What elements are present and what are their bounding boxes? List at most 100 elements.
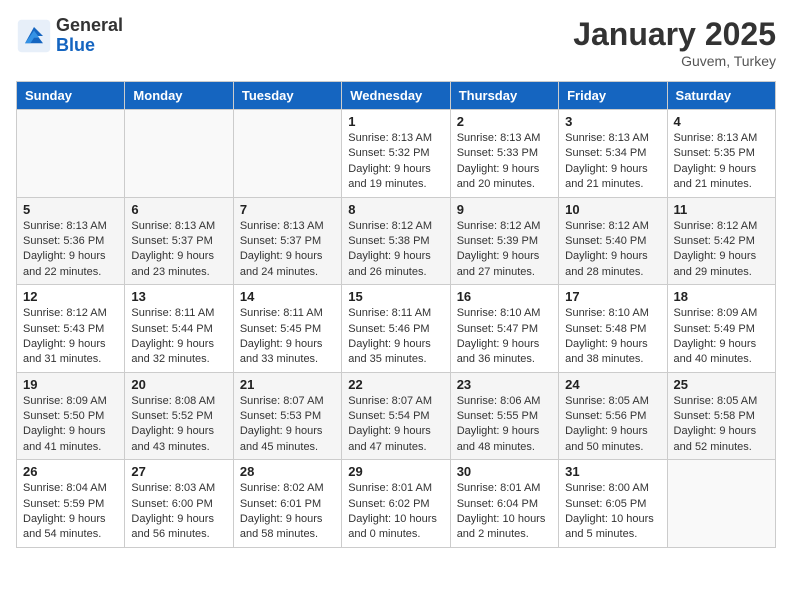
day-info: Sunrise: 8:07 AM Sunset: 5:53 PM Dayligh… bbox=[240, 394, 335, 456]
day-info: Sunrise: 8:06 AM Sunset: 5:55 PM Dayligh… bbox=[457, 394, 552, 456]
day-number: 18 bbox=[674, 289, 769, 304]
day-number: 22 bbox=[348, 377, 443, 392]
logo-icon bbox=[16, 18, 52, 54]
weekday-header-friday: Friday bbox=[559, 82, 667, 110]
day-info: Sunrise: 8:13 AM Sunset: 5:37 PM Dayligh… bbox=[240, 219, 335, 281]
week-row-2: 5 Sunrise: 8:13 AM Sunset: 5:36 PM Daylig… bbox=[17, 197, 776, 285]
day-cell: 13 Sunrise: 8:11 AM Sunset: 5:44 PM Dayli… bbox=[125, 285, 233, 373]
day-cell: 20Sunrise: 8:08 AM Sunset: 5:52 PM Dayli… bbox=[125, 372, 233, 460]
day-number: 24 bbox=[565, 377, 660, 392]
day-info: Sunrise: 8:12 AM Sunset: 5:39 PM Dayligh… bbox=[457, 219, 552, 281]
day-info: Sunrise: 8:13 AM Sunset: 5:34 PM Dayligh… bbox=[565, 131, 660, 193]
day-number: 25 bbox=[674, 377, 769, 392]
day-cell: 27Sunrise: 8:03 AM Sunset: 6:00 PM Dayli… bbox=[125, 460, 233, 548]
day-info: Sunrise: 8:11 AM Sunset: 5:45 PM Dayligh… bbox=[240, 306, 335, 368]
day-cell: 6Sunrise: 8:13 AM Sunset: 5:37 PM Daylig… bbox=[125, 197, 233, 285]
day-cell: 1Sunrise: 8:13 AM Sunset: 5:32 PM Daylig… bbox=[342, 110, 450, 198]
day-number: 2 bbox=[457, 114, 552, 129]
weekday-header-row: SundayMondayTuesdayWednesdayThursdayFrid… bbox=[17, 82, 776, 110]
day-number: 4 bbox=[674, 114, 769, 129]
day-cell bbox=[17, 110, 125, 198]
day-cell: 5 Sunrise: 8:13 AM Sunset: 5:36 PM Daylig… bbox=[17, 197, 125, 285]
week-row-4: 19 Sunrise: 8:09 AM Sunset: 5:50 PM Dayli… bbox=[17, 372, 776, 460]
day-info: Sunrise: 8:11 AM Sunset: 5:44 PM Dayligh… bbox=[131, 306, 226, 368]
weekday-header-tuesday: Tuesday bbox=[233, 82, 341, 110]
day-info: Sunrise: 8:09 AM Sunset: 5:50 PM Dayligh… bbox=[23, 394, 118, 456]
calendar-table: SundayMondayTuesdayWednesdayThursdayFrid… bbox=[16, 81, 776, 548]
day-info: Sunrise: 8:09 AM Sunset: 5:49 PM Dayligh… bbox=[674, 306, 769, 368]
day-cell bbox=[667, 460, 775, 548]
day-number: 14 bbox=[240, 289, 335, 304]
page-header: General Blue January 2025 Guvem, Turkey bbox=[16, 16, 776, 69]
day-info: Sunrise: 8:13 AM Sunset: 5:32 PM Dayligh… bbox=[348, 131, 443, 193]
day-number: 21 bbox=[240, 377, 335, 392]
day-cell: 2 Sunrise: 8:13 AM Sunset: 5:33 PM Daylig… bbox=[450, 110, 558, 198]
day-cell: 25 Sunrise: 8:05 AM Sunset: 5:58 PM Dayli… bbox=[667, 372, 775, 460]
month-title: January 2025 bbox=[573, 16, 776, 53]
day-cell: 4 Sunrise: 8:13 AM Sunset: 5:35 PM Daylig… bbox=[667, 110, 775, 198]
day-cell: 3 Sunrise: 8:13 AM Sunset: 5:34 PM Daylig… bbox=[559, 110, 667, 198]
day-info: Sunrise: 8:12 AM Sunset: 5:38 PM Dayligh… bbox=[348, 219, 443, 281]
day-info: Sunrise: 8:13 AM Sunset: 5:33 PM Dayligh… bbox=[457, 131, 552, 193]
week-row-3: 12Sunrise: 8:12 AM Sunset: 5:43 PM Dayli… bbox=[17, 285, 776, 373]
weekday-header-sunday: Sunday bbox=[17, 82, 125, 110]
day-info: Sunrise: 8:11 AM Sunset: 5:46 PM Dayligh… bbox=[348, 306, 443, 368]
day-cell: 26Sunrise: 8:04 AM Sunset: 5:59 PM Dayli… bbox=[17, 460, 125, 548]
day-info: Sunrise: 8:00 AM Sunset: 6:05 PM Dayligh… bbox=[565, 481, 660, 543]
logo-general: General bbox=[56, 15, 123, 35]
day-cell: 21 Sunrise: 8:07 AM Sunset: 5:53 PM Dayli… bbox=[233, 372, 341, 460]
day-number: 31 bbox=[565, 464, 660, 479]
day-cell: 15 Sunrise: 8:11 AM Sunset: 5:46 PM Dayli… bbox=[342, 285, 450, 373]
logo: General Blue bbox=[16, 16, 123, 56]
day-cell bbox=[125, 110, 233, 198]
day-number: 15 bbox=[348, 289, 443, 304]
logo-blue: Blue bbox=[56, 35, 95, 55]
day-number: 8 bbox=[348, 202, 443, 217]
day-info: Sunrise: 8:02 AM Sunset: 6:01 PM Dayligh… bbox=[240, 481, 335, 543]
day-info: Sunrise: 8:05 AM Sunset: 5:58 PM Dayligh… bbox=[674, 394, 769, 456]
day-cell: 30Sunrise: 8:01 AM Sunset: 6:04 PM Dayli… bbox=[450, 460, 558, 548]
day-info: Sunrise: 8:10 AM Sunset: 5:47 PM Dayligh… bbox=[457, 306, 552, 368]
day-number: 5 bbox=[23, 202, 118, 217]
day-number: 29 bbox=[348, 464, 443, 479]
day-info: Sunrise: 8:12 AM Sunset: 5:42 PM Dayligh… bbox=[674, 219, 769, 281]
day-number: 7 bbox=[240, 202, 335, 217]
day-number: 28 bbox=[240, 464, 335, 479]
day-cell: 17Sunrise: 8:10 AM Sunset: 5:48 PM Dayli… bbox=[559, 285, 667, 373]
day-cell: 12Sunrise: 8:12 AM Sunset: 5:43 PM Dayli… bbox=[17, 285, 125, 373]
day-number: 11 bbox=[674, 202, 769, 217]
day-cell: 11 Sunrise: 8:12 AM Sunset: 5:42 PM Dayli… bbox=[667, 197, 775, 285]
day-info: Sunrise: 8:04 AM Sunset: 5:59 PM Dayligh… bbox=[23, 481, 118, 543]
day-cell: 7 Sunrise: 8:13 AM Sunset: 5:37 PM Daylig… bbox=[233, 197, 341, 285]
weekday-header-thursday: Thursday bbox=[450, 82, 558, 110]
day-info: Sunrise: 8:10 AM Sunset: 5:48 PM Dayligh… bbox=[565, 306, 660, 368]
day-cell: 9Sunrise: 8:12 AM Sunset: 5:39 PM Daylig… bbox=[450, 197, 558, 285]
day-info: Sunrise: 8:13 AM Sunset: 5:36 PM Dayligh… bbox=[23, 219, 118, 281]
day-number: 10 bbox=[565, 202, 660, 217]
day-number: 3 bbox=[565, 114, 660, 129]
day-info: Sunrise: 8:01 AM Sunset: 6:04 PM Dayligh… bbox=[457, 481, 552, 543]
day-cell: 14 Sunrise: 8:11 AM Sunset: 5:45 PM Dayli… bbox=[233, 285, 341, 373]
day-number: 12 bbox=[23, 289, 118, 304]
weekday-header-wednesday: Wednesday bbox=[342, 82, 450, 110]
day-number: 13 bbox=[131, 289, 226, 304]
day-info: Sunrise: 8:13 AM Sunset: 5:35 PM Dayligh… bbox=[674, 131, 769, 193]
title-block: January 2025 Guvem, Turkey bbox=[573, 16, 776, 69]
day-info: Sunrise: 8:07 AM Sunset: 5:54 PM Dayligh… bbox=[348, 394, 443, 456]
weekday-header-saturday: Saturday bbox=[667, 82, 775, 110]
day-info: Sunrise: 8:13 AM Sunset: 5:37 PM Dayligh… bbox=[131, 219, 226, 281]
day-cell: 16 Sunrise: 8:10 AM Sunset: 5:47 PM Dayli… bbox=[450, 285, 558, 373]
day-number: 19 bbox=[23, 377, 118, 392]
day-cell: 28 Sunrise: 8:02 AM Sunset: 6:01 PM Dayli… bbox=[233, 460, 341, 548]
day-cell: 18 Sunrise: 8:09 AM Sunset: 5:49 PM Dayli… bbox=[667, 285, 775, 373]
day-info: Sunrise: 8:01 AM Sunset: 6:02 PM Dayligh… bbox=[348, 481, 443, 543]
day-number: 16 bbox=[457, 289, 552, 304]
day-cell: 24 Sunrise: 8:05 AM Sunset: 5:56 PM Dayli… bbox=[559, 372, 667, 460]
week-row-1: 1Sunrise: 8:13 AM Sunset: 5:32 PM Daylig… bbox=[17, 110, 776, 198]
day-cell: 10Sunrise: 8:12 AM Sunset: 5:40 PM Dayli… bbox=[559, 197, 667, 285]
day-cell: 23Sunrise: 8:06 AM Sunset: 5:55 PM Dayli… bbox=[450, 372, 558, 460]
day-cell bbox=[233, 110, 341, 198]
day-info: Sunrise: 8:08 AM Sunset: 5:52 PM Dayligh… bbox=[131, 394, 226, 456]
day-info: Sunrise: 8:05 AM Sunset: 5:56 PM Dayligh… bbox=[565, 394, 660, 456]
day-info: Sunrise: 8:03 AM Sunset: 6:00 PM Dayligh… bbox=[131, 481, 226, 543]
